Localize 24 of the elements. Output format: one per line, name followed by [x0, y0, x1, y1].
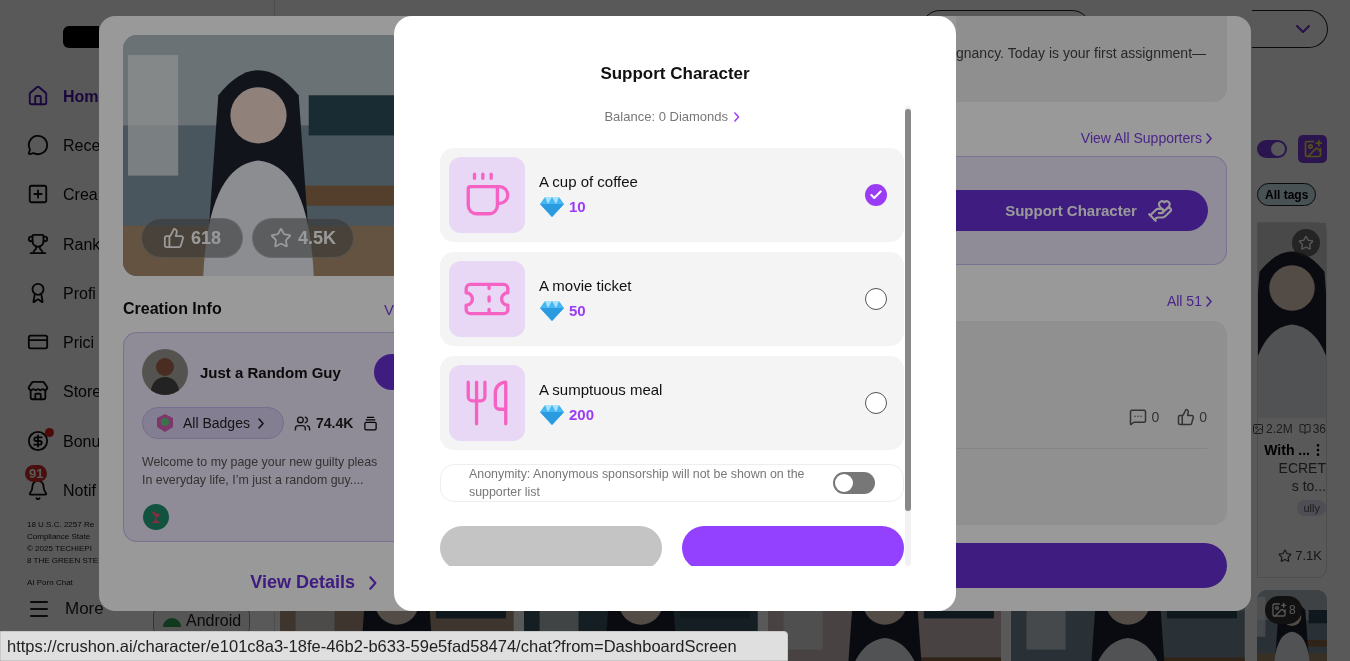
chapter-count: 36 — [1298, 422, 1326, 436]
creator-bio: Welcome to my page your new guilty pleas In everyday life, I’m just a random guy.... — [142, 454, 379, 489]
status-url: https://crushon.ai/character/e101c8a3-18fe-46b2-b633-59e5fad58474/chat?from=DashboardScreen — [0, 631, 788, 661]
intro-text: gnancy. Today is your first assignment— — [956, 45, 1207, 61]
footer-text: 8 THE GREEN STE — [27, 555, 98, 566]
card-title: With ... — [1264, 442, 1310, 458]
gift-name: A sumptuous meal — [539, 380, 664, 398]
gift-price: 200 — [569, 406, 595, 423]
count-badge: 91 — [25, 465, 48, 482]
follower-count: 74.4K — [294, 414, 354, 432]
star-count: 7.1K — [1258, 548, 1326, 563]
footer-text: 18 U.S.C. 2257 Re — [27, 519, 95, 530]
footer-text: © 2025 TECHIEPI — [27, 543, 92, 554]
gift-price: 10 — [569, 198, 586, 215]
card-description: ECRET — [1277, 460, 1326, 476]
card-description: s to... — [1290, 478, 1326, 494]
gift-price: 50 — [569, 302, 586, 319]
creator-name: Just a Random Guy — [200, 363, 342, 381]
dialog-title: Support Character — [600, 64, 750, 84]
footer-text: Compliance State — [27, 531, 91, 542]
section-title: Creation Info — [123, 300, 222, 318]
gift-name: A cup of coffee — [539, 172, 639, 190]
anonymity-label: Anonymity: Anonymous sponsorship will not be shown on the supporter list — [469, 466, 806, 501]
gift-name: A movie ticket — [539, 276, 633, 294]
